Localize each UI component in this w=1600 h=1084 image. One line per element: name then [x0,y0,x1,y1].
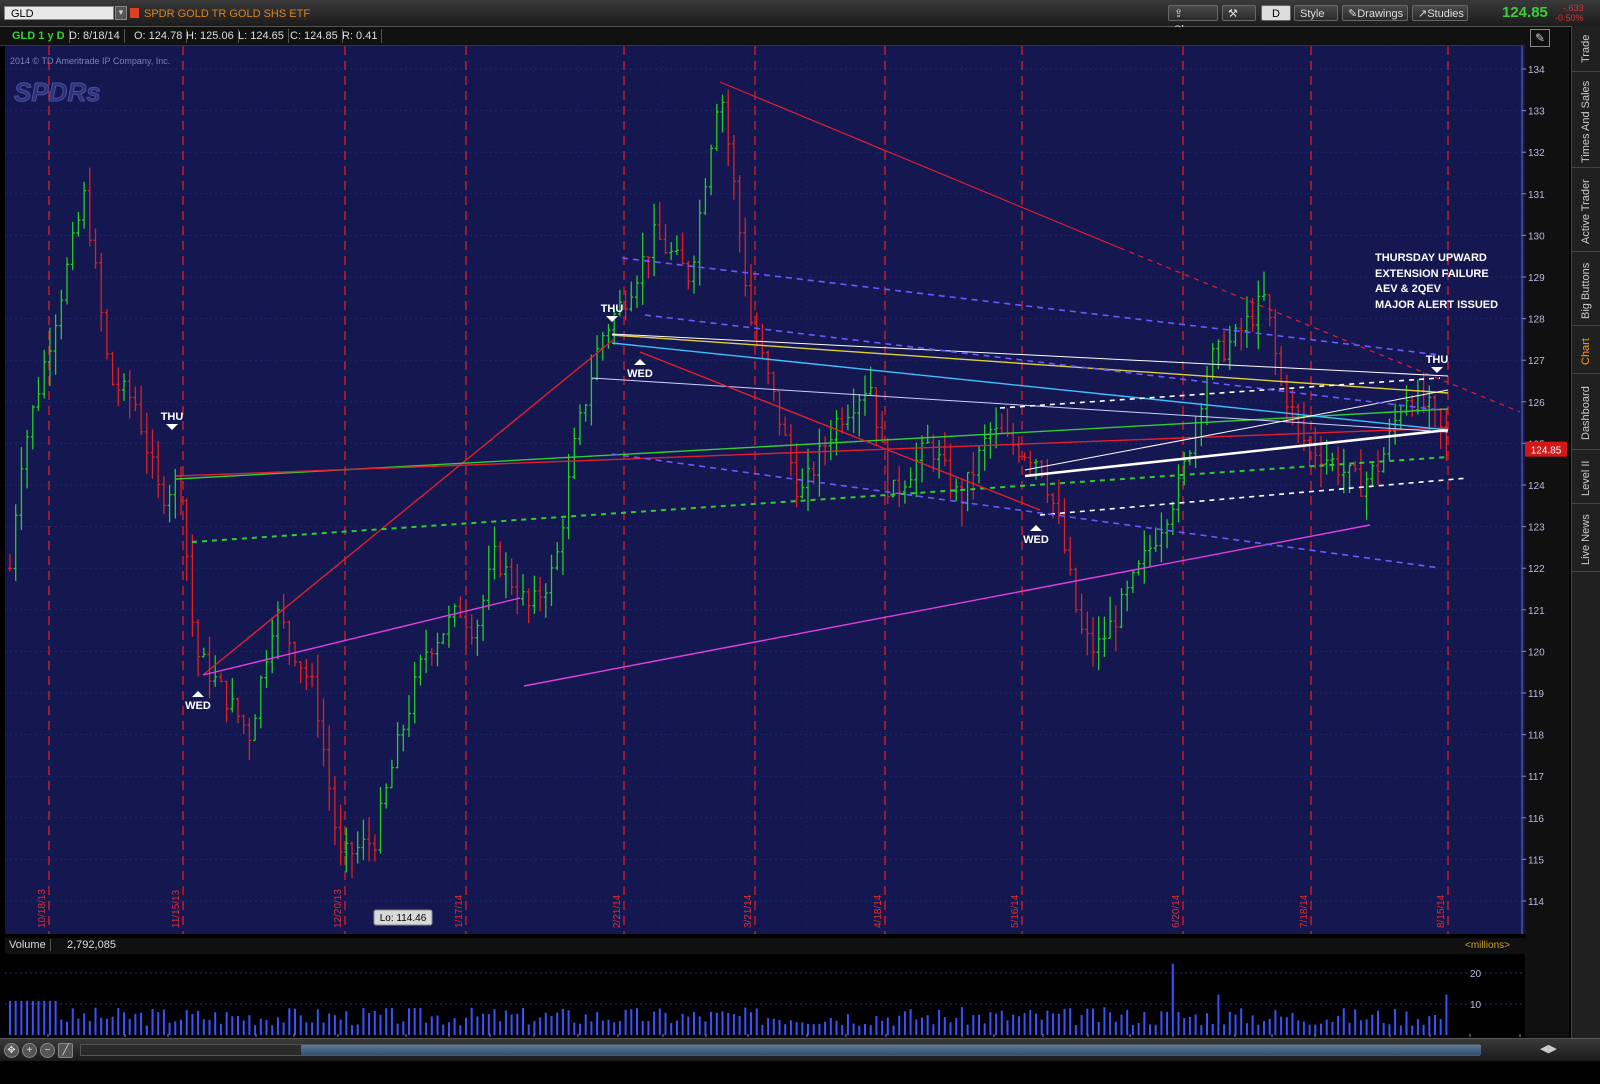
volume-tick-label: 20 [1470,969,1482,980]
price-tick-label: 118 [1528,731,1544,742]
tab-chart[interactable]: Chart [1572,330,1600,374]
side-tabs: Trade Times And Sales Active Trader Big … [1571,26,1600,1038]
volume-units: <millions> [1465,940,1511,951]
day-marker-label: WED [185,700,211,712]
expiration-label: 11/15/13 [171,889,182,928]
annotation-line: EXTENSION FAILURE [1375,268,1489,280]
tab-times-and-sales[interactable]: Times And Sales [1572,76,1600,168]
expiration-label: 12/20/13 [333,889,344,928]
price-tick-label: 123 [1528,523,1545,534]
price-tick-label: 131 [1528,190,1545,201]
watermark: 2014 © TD Ameritrade IP Company, Inc. SP… [10,56,170,108]
trendline [611,453,1441,569]
trendline [523,524,1371,687]
price-tick-label: 128 [1528,315,1545,326]
day-marker-label: WED [1023,534,1049,546]
price-tick-label: 117 [1528,772,1544,783]
trendline [611,334,1449,394]
volume-bars: 2010 [5,963,1522,1035]
zoom-out-icon[interactable]: − [40,1043,55,1058]
marker-arrow [192,691,204,697]
watermark-logo: SPDRs [14,77,101,107]
alert-annotation: THURSDAY UPWARD EXTENSION FAILURE AEV & … [1375,252,1498,311]
last-price-tag: 124.85 [1531,446,1562,457]
zoom-in-icon[interactable]: + [22,1043,37,1058]
trendline-drawings[interactable] [175,81,1521,687]
bottom-toolbar: ✥ + − ╱ ◀▶ [0,1038,1600,1061]
tab-level-ii[interactable]: Level II [1572,454,1600,504]
price-axis: 1341331321311301291281271261251241231221… [1521,46,1545,934]
copyright-text: 2014 © TD Ameritrade IP Company, Inc. [10,56,170,66]
trendline [719,81,1121,249]
price-tick-label: 129 [1528,273,1545,284]
marker-arrow [1030,525,1042,531]
price-tick-label: 122 [1528,564,1545,575]
annotation-line: AEV & 2QEV [1375,283,1442,295]
annotation-line: THURSDAY UPWARD [1375,252,1487,264]
day-marker-label: WED [627,368,653,380]
tab-dashboard[interactable]: Dashboard [1572,378,1600,450]
expiration-label: 8/15/14 [1436,894,1447,928]
time-scrollbar[interactable] [80,1044,1481,1056]
expiration-label: 3/21/14 [743,894,754,928]
grid-lines [5,46,1522,934]
low-tag: Lo: 114.46 [380,913,427,924]
volume-header: Volume 2,792,085 <millions> [5,938,1525,954]
price-tick-label: 116 [1528,814,1544,825]
tab-active-trader[interactable]: Active Trader [1572,172,1600,252]
day-marker-label: THU [601,303,624,315]
candles [8,89,1449,879]
price-tick-label: 124 [1528,481,1545,492]
expiration-label: 4/18/14 [873,894,884,928]
price-tick-label: 120 [1528,647,1545,658]
day-markers: THU WED THU WED WED THU [161,303,1449,712]
expiration-label: 7/18/14 [1299,894,1310,928]
price-tick-label: 121 [1528,606,1545,617]
draw-line-icon[interactable]: ╱ [58,1043,73,1058]
price-tick-label: 134 [1528,65,1545,76]
price-tick-label: 130 [1528,231,1545,242]
expiration-label: 10/18/13 [37,889,48,928]
expiration-label: 6/20/14 [1171,894,1182,928]
volume-tick-label: 10 [1470,1000,1482,1011]
price-tick-label: 132 [1528,148,1545,159]
annotation-line: MAJOR ALERT ISSUED [1375,299,1498,311]
price-tags: 124.85 Lo: 114.46 [373,441,1567,926]
volume-label: Volume [9,939,51,951]
tab-trade[interactable]: Trade [1572,26,1600,72]
trendline [1039,477,1469,516]
scrollbar-thumb[interactable] [301,1045,1481,1055]
price-tick-label: 119 [1528,689,1544,700]
price-tick-label: 114 [1528,897,1544,908]
trendline [639,351,1041,511]
volume-value: 2,792,085 [67,939,116,951]
tab-live-news[interactable]: Live News [1572,508,1600,572]
price-tick-label: 115 [1528,855,1544,866]
price-tick-label: 126 [1528,398,1545,409]
expiration-label: 1/17/14 [454,894,465,928]
price-tick-label: 133 [1528,107,1545,118]
price-chart[interactable]: 2014 © TD Ameritrade IP Company, Inc. SP… [0,0,1570,1040]
expiration-label: 2/21/14 [612,894,623,928]
day-marker-label: THU [1426,354,1449,366]
tab-big-buttons[interactable]: Big Buttons [1572,256,1600,326]
scroll-arrows-icon[interactable]: ◀▶ [1540,1042,1557,1055]
trendline [644,314,1441,411]
pan-icon[interactable]: ✥ [4,1043,19,1058]
expiration-label: 5/16/14 [1010,894,1021,928]
marker-arrow [1431,367,1443,373]
day-marker-label: THU [161,411,184,423]
expiration-lines: 10/18/13 11/15/13 12/20/13 1/17/14 2/21/14 3/… [37,46,1449,934]
price-tick-label: 127 [1528,356,1545,367]
